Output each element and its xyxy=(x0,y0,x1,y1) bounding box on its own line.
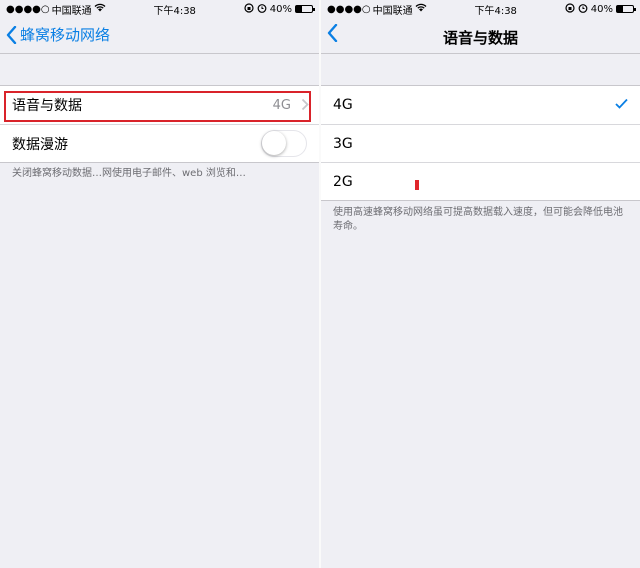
back-button[interactable]: 蜂窝移动网络 xyxy=(6,24,110,45)
nav-bar: 语音与数据 xyxy=(321,18,640,54)
carrier-label: 中国联通 xyxy=(372,5,413,17)
alarm-icon xyxy=(257,3,267,16)
option-4g[interactable]: 4G xyxy=(321,86,640,124)
row-data-roaming: 数据漫游 xyxy=(0,124,319,162)
battery-fill xyxy=(617,6,624,12)
footnote: 关闭蜂窝移动数据…网使用电子邮件、web 浏览和… xyxy=(12,168,246,179)
option-3g[interactable]: 3G xyxy=(321,124,640,162)
battery-percent: 40% xyxy=(590,3,613,15)
wifi-icon xyxy=(415,3,427,15)
row-data-roaming-label: 数据漫游 xyxy=(12,136,68,153)
battery-percent: 40% xyxy=(269,3,292,15)
toggle-knob xyxy=(262,131,286,155)
battery-icon xyxy=(295,5,315,13)
back-label: 蜂窝移动网络 xyxy=(20,26,111,44)
status-bar: ●●●●○ 中国联通 下午4:38 40% xyxy=(0,0,319,18)
highlight-box xyxy=(4,91,311,122)
option-2g-label: 2G xyxy=(333,173,353,190)
alarm-icon xyxy=(578,3,588,16)
footnote: 使用高速蜂窝移动网络虽可提高数据载入速度，但可能会降低电池寿命。 xyxy=(333,207,623,232)
wifi-icon xyxy=(94,3,106,15)
option-2g[interactable]: 2G xyxy=(321,162,640,200)
orientation-lock-icon xyxy=(565,2,575,16)
option-3g-label: 3G xyxy=(333,135,353,152)
carrier-label: 中国联通 xyxy=(51,5,92,17)
network-options-group: 4G 3G 2G xyxy=(321,85,640,201)
right-screen: ●●●●○ 中国联通 下午4:38 40% 语音与数据 4G 3G 2G 使用高… xyxy=(321,0,640,568)
checkmark-icon xyxy=(615,98,628,109)
battery-fill xyxy=(296,6,303,12)
option-4g-label: 4G xyxy=(333,97,353,113)
status-bar: ●●●●○ 中国联通 下午4:38 40% xyxy=(321,0,640,18)
time-label: 下午4:38 xyxy=(153,5,196,17)
time-label: 下午4:38 xyxy=(474,5,517,17)
signal-dots-icon: ●●●●○ xyxy=(327,3,371,15)
nav-title: 语音与数据 xyxy=(442,29,518,47)
battery-icon xyxy=(616,5,636,13)
signal-dots-icon: ●●●●○ xyxy=(6,3,50,15)
orientation-lock-icon xyxy=(244,2,254,16)
data-roaming-toggle[interactable] xyxy=(261,130,307,157)
left-screen: ●●●●○ 中国联通 下午4:38 40% 蜂窝移动网络 语音与数据 4G 数据… xyxy=(0,0,319,568)
back-chevron-icon xyxy=(6,25,17,44)
red-marker xyxy=(415,180,419,190)
nav-bar: 蜂窝移动网络 xyxy=(0,18,319,54)
